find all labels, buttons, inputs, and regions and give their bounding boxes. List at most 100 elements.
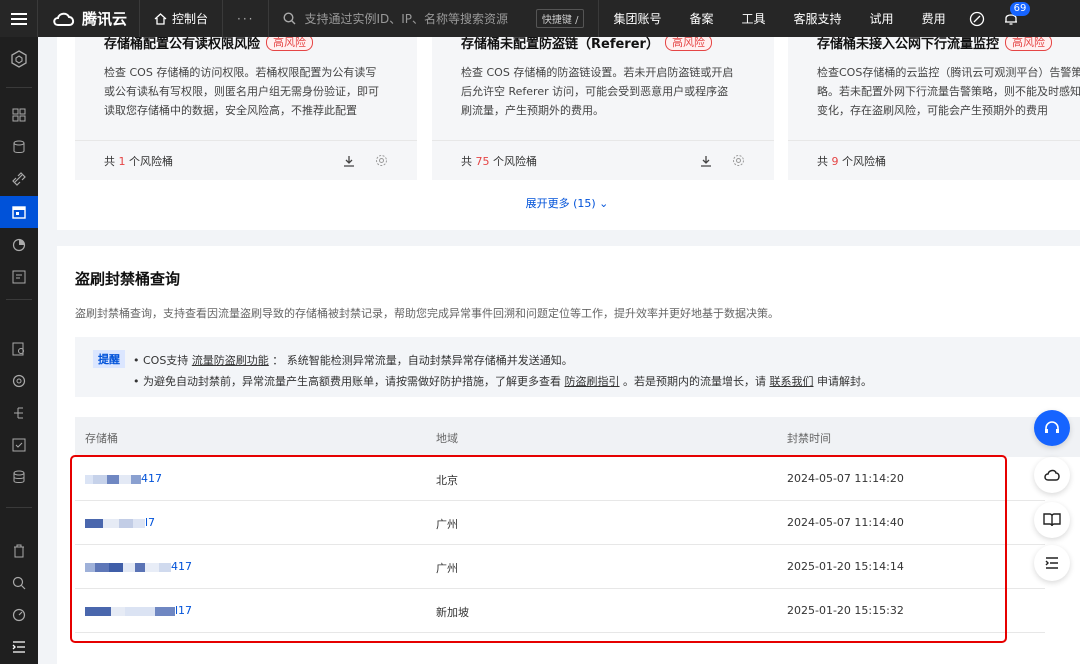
menu-icon[interactable] (0, 0, 38, 37)
settings-circle-icon[interactable] (960, 0, 994, 37)
calendar-icon[interactable] (0, 196, 38, 228)
risk-card-desc: 检查 COS 存储桶的防盗链设置。若未开启防盗链或开启后允许空 Referer … (461, 66, 734, 117)
gauge-icon[interactable] (0, 599, 38, 631)
table-header: 存储桶 地域 封禁时间 (75, 417, 1080, 457)
risk-level-badge: 高风险 (266, 37, 314, 51)
download-icon[interactable] (700, 152, 712, 171)
target-icon[interactable] (0, 365, 38, 397)
risk-bucket-count: 共 9 个风险桶 (817, 155, 886, 168)
cloud-icon (1044, 469, 1060, 481)
contact-us-link[interactable]: 联系我们 (769, 375, 813, 388)
risk-bucket-count: 共 75 个风险桶 (461, 155, 537, 168)
region-cell: 广州 (436, 518, 458, 531)
dashboard-icon[interactable] (0, 99, 38, 131)
notice-line-1: • COS支持 流量防盗刷功能 ： 系统智能检测异常流量，自动封禁异常存储桶并发… (133, 354, 573, 367)
risk-card-desc: 检查COS存储桶的云监控（腾讯云可观测平台）告警策略。若未配置外网下行流量告警策… (817, 66, 1080, 117)
gear-icon[interactable] (375, 152, 388, 171)
log-search-icon[interactable] (0, 333, 38, 365)
search-icon (283, 12, 296, 25)
report-icon[interactable] (0, 261, 38, 293)
notice-tag: 提醒 (93, 350, 125, 368)
risk-card-desc: 检查 COS 存储桶的访问权限。若桶权限配置为公有读写或公有读私有写权限，则匿名… (104, 66, 379, 117)
list-indent-icon (1045, 557, 1058, 569)
table-row: 417 北京 2024-05-07 11:14:20 (75, 457, 1045, 501)
region-cell: 广州 (436, 562, 458, 575)
cloud-assistant-button[interactable] (1034, 457, 1070, 493)
table-row: l7 广州 2024-05-07 11:14:40 (75, 501, 1045, 545)
anti-theft-guide-link[interactable]: 防盗刷指引 (564, 375, 619, 388)
bucket-list-icon[interactable] (0, 131, 38, 163)
col-bucket: 存储桶 (85, 432, 118, 445)
trash-icon[interactable] (0, 535, 38, 567)
banned-bucket-panel: 盗刷封禁桶查询 盗刷封禁桶查询，支持查看因流量盗刷导致的存储桶被封禁记录，帮助您… (57, 246, 1080, 664)
nav-tools[interactable]: 工具 (728, 10, 780, 27)
risk-card-footer: 共 1 个风险桶 (75, 140, 417, 180)
storage-icon[interactable] (0, 461, 38, 493)
anti-theft-link[interactable]: 流量防盗刷功能 (192, 354, 269, 367)
risk-check-panel: 存储桶配置公有读权限风险 高风险 检查 COS 存储桶的访问权限。若桶权限配置为… (57, 37, 1080, 230)
risk-level-badge: 高风险 (664, 37, 712, 51)
notice-line-2: • 为避免自动封禁前，异常流量产生高额费用账单，请按需做好防护措施，了解更多查看… (133, 375, 872, 388)
bucket-name-link[interactable]: 417 (85, 472, 162, 485)
collapse-menu-icon[interactable] (0, 631, 38, 663)
nav-support[interactable]: 客服支持 (780, 10, 856, 27)
notification-badge: 69 (1009, 2, 1031, 16)
section-desc: 盗刷封禁桶查询，支持查看因流量盗刷导致的存储桶被封禁记录，帮助您完成异常事件回溯… (75, 307, 779, 320)
risk-card-title: 存储桶配置公有读权限风险 高风险 (104, 37, 314, 52)
col-ban-time: 封禁时间 (787, 432, 831, 445)
table-row: 417 广州 2025-01-20 15:14:14 (75, 545, 1045, 589)
risk-card-title: 存储桶未配置防盗链（Referer） 高风险 (461, 37, 712, 52)
shortcut-hint: 快捷键 / (535, 9, 585, 28)
link-icon[interactable] (0, 163, 38, 195)
risk-level-badge: 高风险 (1005, 37, 1053, 51)
risk-bucket-count: 共 1 个风险桶 (104, 155, 173, 168)
bucket-name-link[interactable]: 417 (85, 560, 192, 573)
download-icon[interactable] (343, 152, 355, 171)
region-cell: 北京 (436, 474, 458, 487)
top-bar: 腾讯云 控制台 ··· 支持通过实例ID、IP、名称等搜索资源 快捷键 / 集团… (0, 0, 1080, 37)
nav-billing[interactable]: 费用 (908, 10, 960, 27)
expand-more-link[interactable]: 展开更多 (15) ⌄ (57, 195, 1077, 211)
docs-button[interactable] (1034, 502, 1070, 538)
risk-card-traffic-monitor[interactable]: 存储桶未接入公网下行流量监控 高风险 检查COS存储桶的云监控（腾讯云可观测平台… (788, 37, 1080, 180)
ban-time-cell: 2024-05-07 11:14:40 (787, 516, 904, 529)
more-button[interactable]: ··· (222, 0, 270, 37)
risk-card-footer: 共 9 个风险桶 (788, 140, 1080, 180)
risk-card-footer: 共 75 个风险桶 (432, 140, 774, 180)
risk-card-public-read[interactable]: 存储桶配置公有读权限风险 高风险 检查 COS 存储桶的访问权限。若桶权限配置为… (75, 37, 417, 180)
bucket-name-link[interactable]: l7 (85, 516, 155, 529)
home-icon (154, 12, 167, 25)
book-icon (1043, 513, 1061, 527)
notice-box: 提醒 • COS支持 流量防盗刷功能 ： 系统智能检测异常流量，自动封禁异常存储… (75, 337, 1080, 397)
risk-card-referer[interactable]: 存储桶未配置防盗链（Referer） 高风险 检查 COS 存储桶的防盗链设置。… (432, 37, 774, 180)
checklist-icon[interactable] (0, 429, 38, 461)
pie-chart-icon[interactable] (0, 229, 38, 261)
nav-group-account[interactable]: 集团账号 (599, 10, 675, 27)
headset-icon (1045, 421, 1059, 433)
bucket-name-link[interactable]: l17 (85, 604, 192, 617)
search-input[interactable]: 支持通过实例ID、IP、名称等搜索资源 快捷键 / (269, 0, 600, 37)
nav-filing[interactable]: 备案 (676, 10, 728, 27)
search-doc-icon[interactable] (0, 567, 38, 599)
nav-trial[interactable]: 试用 (856, 10, 908, 27)
risk-card-title: 存储桶未接入公网下行流量监控 高风险 (817, 37, 1053, 52)
ban-time-cell: 2025-01-20 15:14:14 (787, 560, 904, 573)
region-cell: 新加坡 (436, 606, 469, 619)
col-region: 地域 (436, 432, 458, 445)
bell-icon[interactable]: 69 (994, 0, 1031, 37)
chevron-down-icon: ⌄ (599, 197, 609, 210)
cube-icon[interactable] (0, 43, 38, 75)
ban-time-cell: 2024-05-07 11:14:20 (787, 472, 904, 485)
cloud-logo-icon (53, 12, 75, 26)
brand-name: 腾讯云 (82, 10, 128, 28)
console-link[interactable]: 控制台 (139, 0, 222, 37)
outline-button[interactable] (1034, 545, 1070, 581)
tree-icon[interactable] (0, 397, 38, 429)
customer-service-button[interactable] (1034, 410, 1070, 446)
brand-logo[interactable]: 腾讯云 (38, 8, 139, 29)
search-placeholder: 支持通过实例ID、IP、名称等搜索资源 (304, 12, 509, 26)
gear-icon[interactable] (732, 152, 745, 171)
ban-time-cell: 2025-01-20 15:15:32 (787, 604, 904, 617)
left-sidebar (0, 37, 38, 664)
console-label: 控制台 (172, 12, 209, 26)
